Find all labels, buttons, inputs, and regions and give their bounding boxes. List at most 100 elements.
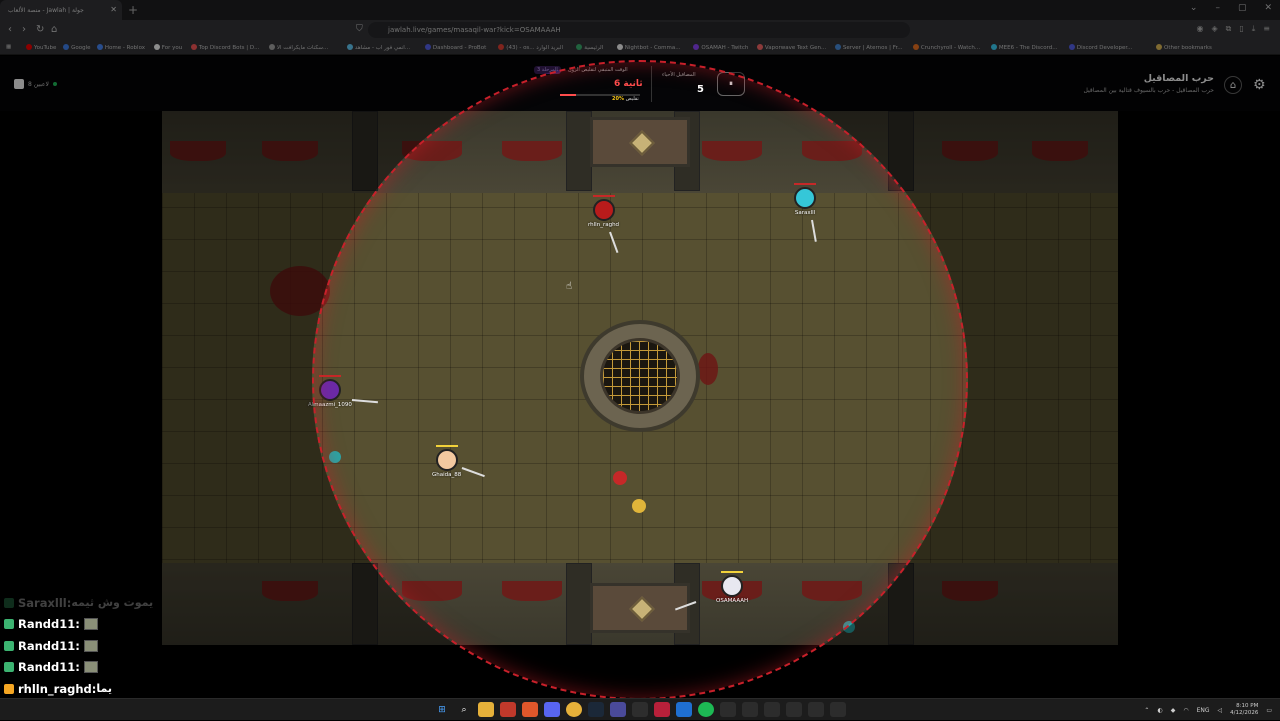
chat-text: يموت وش ثيمه	[71, 596, 153, 609]
banner-decoration	[170, 141, 226, 161]
app-icon[interactable]	[500, 702, 516, 717]
wifi-icon[interactable]: ◠	[1183, 707, 1188, 714]
chat-badge-icon	[4, 641, 14, 651]
game-arena[interactable]: rhlln_raghd Saraxlll Almaazmi_1090 Ghaid…	[162, 111, 1118, 645]
hand-cursor-icon: ☝	[566, 281, 572, 292]
extension-icon[interactable]: ◈	[1211, 24, 1217, 34]
file-explorer-icon[interactable]	[478, 702, 494, 717]
round-badge: المرحلة 3	[534, 66, 561, 74]
volume-icon[interactable]: ◁	[1218, 707, 1223, 714]
discord-icon	[14, 79, 24, 89]
bookmark-item[interactable]: Google	[63, 44, 90, 51]
pickup-item	[843, 621, 855, 633]
app-icon[interactable]	[830, 702, 846, 717]
pickup-item	[632, 499, 646, 513]
shrink-progress-fill	[560, 94, 576, 96]
back-icon[interactable]: ‹	[8, 24, 12, 35]
pillar	[566, 563, 592, 645]
tray-icon[interactable]: ◐	[1157, 707, 1162, 714]
bookmark-item[interactable]: Home - Roblox	[97, 44, 145, 51]
lang-indicator[interactable]: ENG	[1197, 707, 1210, 714]
app-icon[interactable]	[808, 702, 824, 717]
app-icon[interactable]	[610, 702, 626, 717]
forward-icon[interactable]: ›	[22, 24, 26, 35]
clock-date: 4/12/2026	[1230, 710, 1258, 717]
chat-message: rhlln_raghd : يما	[4, 678, 344, 700]
download-icon[interactable]: ⤓	[1252, 24, 1256, 34]
system-clock[interactable]: 8:10 PM 4/12/2026	[1230, 703, 1258, 717]
bookmark-favicon-icon	[1069, 44, 1075, 50]
reload-icon[interactable]: ↻	[36, 24, 44, 35]
dropdown-icon[interactable]: ⌄	[1190, 3, 1198, 13]
app-icon[interactable]	[654, 702, 670, 717]
extensions-area: ◉ ◈ ⧉ ▯ ⤓ ≡	[1196, 24, 1270, 34]
steam-icon[interactable]	[588, 702, 604, 717]
minimize-icon[interactable]: –	[1215, 3, 1220, 13]
bookmark-item[interactable]: (43) - os... البريد الوارد	[498, 44, 563, 51]
maximize-icon[interactable]: ▢	[1238, 3, 1247, 13]
new-tab-button[interactable]: +	[128, 3, 138, 17]
menu-icon[interactable]: ≡	[1263, 24, 1270, 34]
bookmark-item[interactable]: سكنات مايكرافت الا...	[269, 44, 328, 51]
search-icon[interactable]: ⌕	[456, 702, 472, 717]
bookmark-favicon-icon	[913, 44, 919, 50]
bookmark-item[interactable]: Other bookmarks	[1156, 44, 1212, 51]
bookmark-item[interactable]: For you	[154, 44, 182, 51]
bookmark-icon[interactable]: ⛉	[356, 24, 363, 34]
browser-tab-strip: منصة الألعاب - Jawlah | جولة ✕ + ⌄ – ▢ ✕	[0, 0, 1280, 20]
settings-gear-icon[interactable]: ⚙	[1253, 77, 1266, 93]
app-icon[interactable]	[566, 702, 582, 717]
clock-time: 8:10 PM	[1230, 703, 1258, 710]
bookmark-item[interactable]: الرئيسية	[576, 44, 603, 51]
blood-splatter	[698, 353, 718, 385]
notification-icon[interactable]: ▭	[1266, 707, 1272, 714]
home-button[interactable]: ⌂	[1224, 76, 1242, 94]
bookmark-item[interactable]: OSAMAH - Twitch	[693, 44, 748, 51]
tray-chevron-icon[interactable]: ⌃	[1144, 707, 1149, 714]
online-dot-icon	[53, 82, 57, 86]
bookmark-item[interactable]: MEE6 - The Discord...	[991, 44, 1058, 51]
address-bar[interactable]: ⛉ jawlah.live/games/masaqil-war?kick=OSA…	[368, 22, 910, 38]
bookmark-item[interactable]: Discord Developer...	[1069, 44, 1132, 51]
bookmark-favicon-icon	[425, 44, 431, 50]
close-tab-icon[interactable]: ✕	[110, 5, 117, 14]
close-window-icon[interactable]: ✕	[1264, 3, 1272, 13]
app-icon[interactable]	[632, 702, 648, 717]
windows-start-icon[interactable]: ⊞	[434, 702, 450, 717]
home-icon[interactable]: ⌂	[51, 24, 57, 35]
shrink-percent: 20% تقليص	[612, 96, 639, 102]
tray-icon[interactable]: ◆	[1171, 707, 1176, 714]
bookmark-item[interactable]: Vaporwave Text Gen...	[757, 44, 826, 51]
system-tray: ⌃ ◐ ◆ ◠ ENG ◁ 8:10 PM 4/12/2026 ▭	[1144, 703, 1272, 717]
bookmark-item[interactable]: Dashboard - ProBot	[425, 44, 486, 51]
spotify-icon[interactable]	[698, 702, 714, 717]
app-icon[interactable]	[720, 702, 736, 717]
brave-browser-icon[interactable]	[522, 702, 538, 717]
app-icon[interactable]	[786, 702, 802, 717]
player-name: OSAMAAAH	[716, 598, 748, 604]
pause-button[interactable]: ⏸	[717, 72, 745, 96]
bookmark-item[interactable]: Nightbot - Comma...	[617, 44, 681, 51]
apps-grid-icon[interactable]: ▦	[6, 44, 11, 50]
app-icon[interactable]	[742, 702, 758, 717]
emote-image	[84, 640, 98, 652]
bookmark-label: سكنات مايكرافت الا...	[277, 45, 328, 51]
tab-title: منصة الألعاب - Jawlah | جولة	[8, 7, 84, 14]
bookmark-favicon-icon	[576, 44, 582, 50]
bookmark-item[interactable]: Crunchyroll - Watch...	[913, 44, 980, 51]
app-icon[interactable]	[764, 702, 780, 717]
puzzle-icon[interactable]: ⧉	[1226, 24, 1232, 34]
bookmark-item[interactable]: Top Discord Bots | D...	[191, 44, 259, 51]
bookmark-item[interactable]: انمي فور اب - مشاهد...	[347, 44, 410, 51]
chat-badge-icon	[4, 684, 14, 694]
bookmark-item[interactable]: Server | Aternos | Fr...	[835, 44, 903, 51]
banner-decoration	[802, 581, 862, 601]
browser-tab[interactable]: منصة الألعاب - Jawlah | جولة ✕	[0, 0, 122, 20]
discord-icon[interactable]	[544, 702, 560, 717]
bookmark-item[interactable]: YouTube	[26, 44, 56, 51]
app-icon[interactable]	[676, 702, 692, 717]
sidebar-icon[interactable]: ▯	[1239, 24, 1243, 34]
extension-icon[interactable]: ◉	[1196, 24, 1203, 34]
blood-splatter	[270, 266, 330, 316]
bookmark-favicon-icon	[835, 44, 841, 50]
